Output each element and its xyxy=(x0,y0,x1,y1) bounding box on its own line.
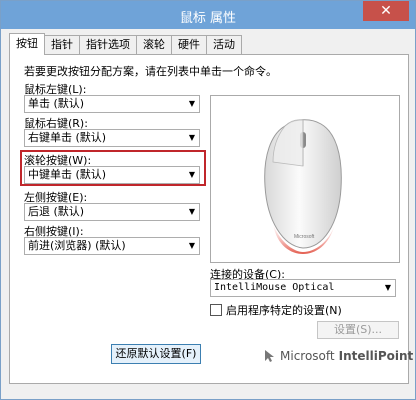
wheel-button-select[interactable]: 中键单击 (默认) ▼ xyxy=(24,166,200,184)
chevron-down-icon: ▼ xyxy=(188,241,195,250)
tab-wheel[interactable]: 滚轮 xyxy=(136,35,172,55)
left-side-button-select[interactable]: 后退 (默认) ▼ xyxy=(24,203,200,221)
restore-defaults-button[interactable]: 还原默认设置(F) xyxy=(111,344,201,364)
tab-pointers[interactable]: 指针 xyxy=(44,35,80,55)
chevron-down-icon: ▼ xyxy=(188,133,195,142)
connected-device-select[interactable]: IntelliMouse Optical ▼ xyxy=(210,279,396,297)
cursor-logo-icon xyxy=(265,350,274,362)
settings-button[interactable]: 设置(S)... xyxy=(317,321,399,339)
instruction-text: 若要更改按钮分配方案，请在列表中单击一个命令。 xyxy=(24,65,277,78)
brand-name-light: Microsoft xyxy=(280,349,335,363)
window-title: 鼠标 属性 xyxy=(179,11,237,26)
right-side-button-select[interactable]: 前进(浏览器) (默认) ▼ xyxy=(24,237,200,255)
left-button-select[interactable]: 单击 (默认) ▼ xyxy=(24,95,200,113)
buttons-tab-panel: 若要更改按钮分配方案，请在列表中单击一个命令。 鼠标左键(L): 单击 (默认)… xyxy=(9,54,413,384)
program-specific-settings-checkbox[interactable] xyxy=(210,304,222,316)
close-button[interactable]: ✕ xyxy=(363,1,409,21)
right-button-select[interactable]: 右键单击 (默认) ▼ xyxy=(24,129,200,147)
program-specific-settings-row[interactable]: 启用程序特定的设置(N) xyxy=(210,302,342,318)
chevron-down-icon: ▼ xyxy=(188,170,195,179)
title-bar[interactable]: 鼠标 属性 ✕ xyxy=(1,1,415,29)
right-side-button-value: 前进(浏览器) (默认) xyxy=(28,239,126,252)
brand-name-bold: IntelliPoint xyxy=(338,349,414,363)
chevron-down-icon: ▼ xyxy=(188,207,195,216)
right-button-value: 右键单击 (默认) xyxy=(28,131,107,144)
tab-hardware[interactable]: 硬件 xyxy=(171,35,207,55)
left-button-value: 单击 (默认) xyxy=(28,97,85,110)
mouse-properties-window: 鼠标 属性 ✕ 按钮 指针 指针选项 滚轮 硬件 活动 若要更改按钮分配方案，请… xyxy=(0,0,416,400)
connected-device-value: IntelliMouse Optical xyxy=(214,282,335,293)
tab-strip: 按钮 指针 指针选项 滚轮 硬件 活动 xyxy=(9,33,242,55)
intellipoint-logo: Microsoft IntelliPoint xyxy=(263,349,413,363)
left-side-button-value: 后退 (默认) xyxy=(28,205,85,218)
tab-buttons[interactable]: 按钮 xyxy=(9,33,45,55)
mouse-image: Microsoft xyxy=(264,119,342,254)
chevron-down-icon: ▼ xyxy=(384,283,391,292)
program-specific-settings-label: 启用程序特定的设置(N) xyxy=(226,304,342,317)
mouse-brand-text: Microsoft xyxy=(294,234,315,240)
tab-activity[interactable]: 活动 xyxy=(206,35,242,55)
tab-pointer-options[interactable]: 指针选项 xyxy=(79,35,137,55)
chevron-down-icon: ▼ xyxy=(188,99,195,108)
wheel-button-value: 中键单击 (默认) xyxy=(28,168,107,181)
mouse-preview: Microsoft xyxy=(210,95,400,263)
